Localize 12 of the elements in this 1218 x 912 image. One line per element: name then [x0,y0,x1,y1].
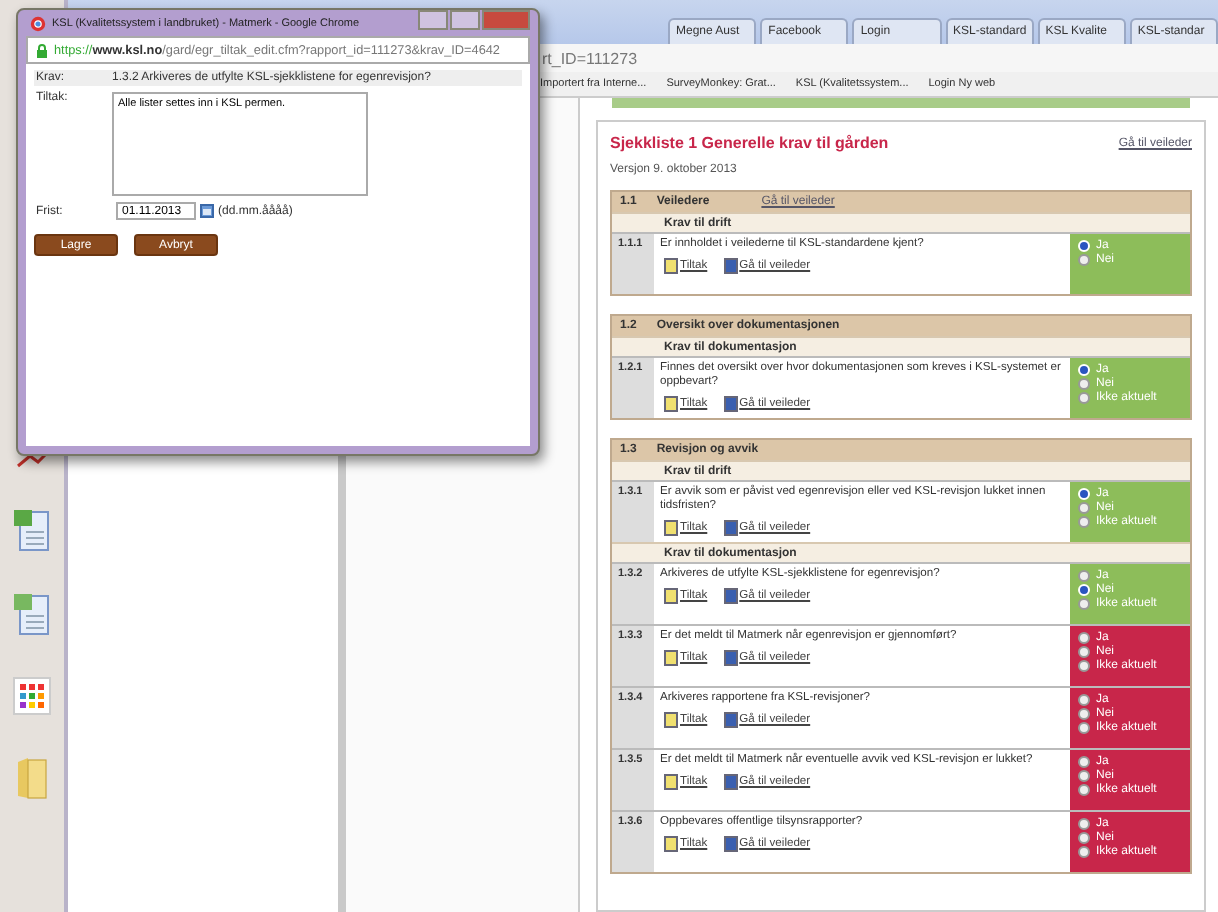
checklist-title: Sjekkliste 1 Generelle krav til gården [610,134,889,152]
spreadsheet-file-icon[interactable] [12,508,52,552]
maximize-button[interactable] [450,10,480,30]
browser-logo-icon [30,15,46,31]
close-button[interactable] [482,10,530,30]
folder-icon[interactable] [16,756,48,800]
lock-icon [36,43,48,57]
address-field[interactable]: rt_ID=111273 [542,49,638,67]
app-grid-icon[interactable] [12,676,52,716]
minimize-button[interactable] [418,10,448,30]
spreadsheet-file-icon[interactable] [12,592,52,636]
calendar-icon[interactable] [200,204,214,218]
